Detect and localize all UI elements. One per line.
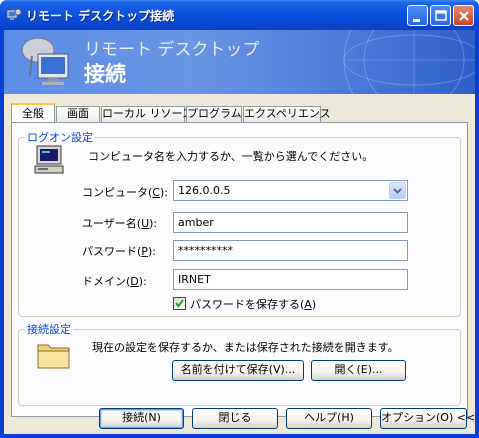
dialog-client-area: リモート デスクトップ 接続 全般 画面 ローカル リソース プログラム エクス… (4, 30, 475, 434)
computer-icon (34, 145, 64, 174)
computer-combobox[interactable]: 126.0.0.5 (173, 180, 408, 201)
close-window-button[interactable] (453, 5, 474, 26)
save-as-button[interactable]: 名前を付けて保存(V)... (172, 360, 304, 381)
computer-dropdown-button[interactable] (389, 182, 406, 199)
tab-display[interactable]: 画面 (56, 106, 100, 122)
remote-desktop-icon (6, 8, 22, 20)
remote-desktop-banner-icon (21, 37, 69, 85)
help-button[interactable]: ヘルプ(H) (286, 408, 372, 429)
connection-settings-title: 接続設定 (27, 323, 71, 336)
logon-settings-title: ログオン設定 (27, 131, 93, 144)
options-button[interactable]: オプション(O) << (380, 408, 475, 429)
maximize-button[interactable] (430, 5, 451, 26)
password-label: パスワード(P): (82, 245, 156, 258)
minimize-button[interactable] (407, 5, 428, 26)
window-title: リモート デスクトップ接続 (26, 9, 175, 23)
password-field[interactable]: ********** (173, 240, 408, 261)
tab-general[interactable]: 全般 (11, 103, 55, 124)
minimize-icon (413, 19, 420, 22)
title-bar[interactable]: リモート デスクトップ接続 (0, 0, 479, 30)
banner-title-line2: 接続 (84, 62, 126, 86)
domain-label: ドメイン(D): (82, 275, 147, 288)
tab-local-resources[interactable]: ローカル リソース (101, 106, 193, 122)
checkmark-icon (175, 299, 184, 308)
tab-panel-general: ログオン設定 コンピュータ名を入力するか、一覧から選んでください。 コンピュータ… (11, 122, 468, 417)
banner-globe-graphic (343, 30, 475, 94)
open-button[interactable]: 開く(E)... (311, 360, 406, 381)
save-password-checkbox[interactable] (173, 297, 186, 310)
computer-label: コンピュータ(C): (82, 186, 168, 199)
remote-desktop-window: リモート デスクトップ接続 リモート デスクトップ 接続 全般 画面 ローカル … (0, 0, 479, 438)
folder-icon (37, 344, 70, 369)
logon-instruction: コンピュータ名を入力するか、一覧から選んでください。 (88, 150, 374, 163)
connect-button[interactable]: 接続(N) (99, 408, 184, 429)
username-label: ユーザー名(U): (82, 217, 158, 230)
username-field[interactable]: amber (173, 212, 408, 233)
tab-programs[interactable]: プログラム (186, 106, 242, 122)
banner-title-line1: リモート デスクトップ (84, 40, 260, 60)
header-banner: リモート デスクトップ 接続 (4, 30, 475, 94)
save-password-label[interactable]: パスワードを保存する(A) (190, 296, 316, 312)
connection-instruction: 現在の設定を保存するか、または保存された接続を開きます。 (92, 341, 399, 354)
tab-experience[interactable]: エクスペリエンス (243, 106, 331, 122)
domain-field[interactable]: IRNET (173, 269, 408, 290)
chevron-down-icon (393, 188, 402, 194)
close-icon (459, 11, 469, 21)
close-button[interactable]: 閉じる (192, 408, 278, 429)
maximize-icon (435, 10, 447, 21)
computer-value: 126.0.0.5 (178, 184, 231, 197)
